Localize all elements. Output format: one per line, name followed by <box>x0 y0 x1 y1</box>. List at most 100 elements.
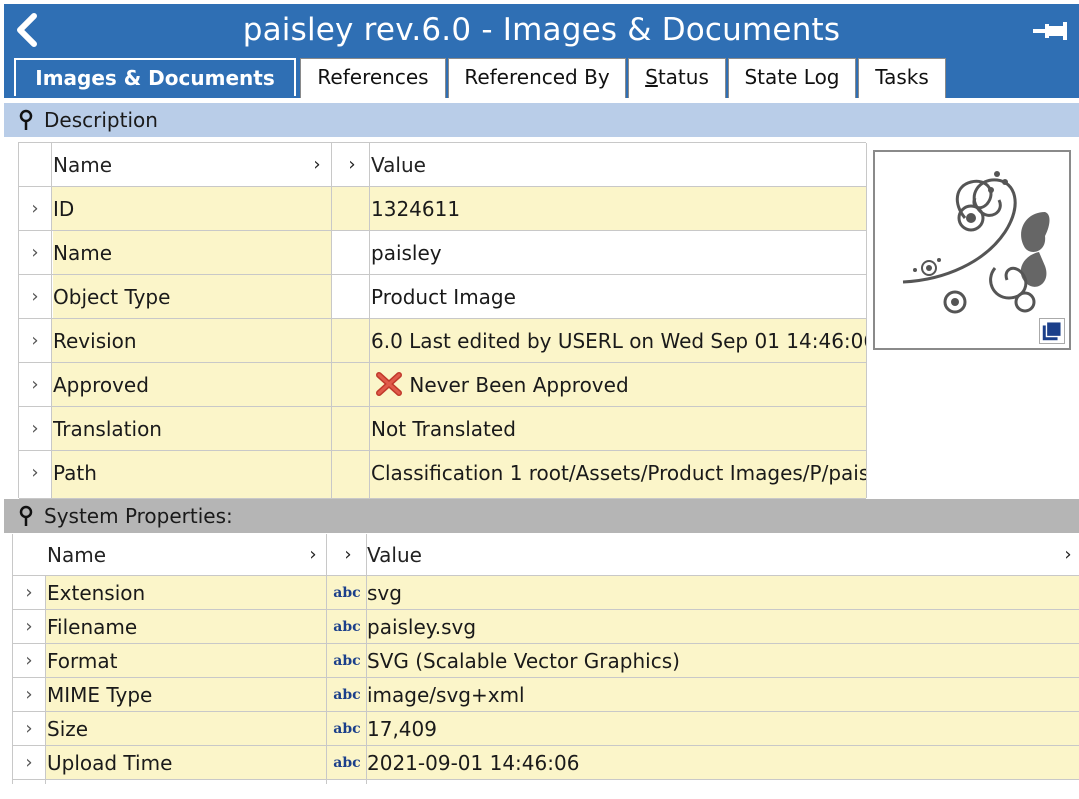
chevron-right-icon[interactable]: › <box>19 187 51 230</box>
chevron-right-icon[interactable]: › <box>1057 534 1079 575</box>
tab-label: Status <box>645 65 709 89</box>
tab-label-rest: tatus <box>657 65 709 89</box>
text-type-icon: abc <box>333 755 361 771</box>
red-x-icon <box>376 372 402 396</box>
row-name: Revision <box>53 329 137 353</box>
chevron-right-icon[interactable]: › <box>13 610 45 643</box>
tab-referenced-by[interactable]: Referenced By <box>448 58 626 98</box>
row-name: Name <box>53 231 331 274</box>
row-name: Object Type <box>53 275 331 318</box>
grid-header-row: Name › › Value › <box>13 534 1079 576</box>
column-header-name[interactable]: Name <box>47 534 317 575</box>
chevron-right-icon[interactable]: › <box>19 451 51 498</box>
pushpin-icon[interactable] <box>16 505 36 527</box>
window-title: paisley rev.6.0 - Images & Documents <box>242 12 841 48</box>
grid-header-row: Name › › Value <box>19 143 866 187</box>
tab-references[interactable]: References <box>300 58 446 98</box>
row-value: paisley <box>371 241 442 265</box>
row-value: Never Been Approved <box>371 363 867 406</box>
row-value: 1324611 <box>371 197 461 221</box>
section-title: Description <box>44 108 158 132</box>
chevron-right-icon[interactable]: › <box>13 644 45 677</box>
chevron-right-icon[interactable]: › <box>305 143 329 186</box>
row-name: Size <box>47 717 89 741</box>
column-header-name[interactable]: Name <box>53 143 329 186</box>
chevron-right-icon[interactable]: › <box>19 275 51 318</box>
row-value: image/svg+xml <box>367 683 525 707</box>
tab-label: Referenced By <box>464 65 610 89</box>
chevron-right-icon[interactable]: › <box>13 746 45 779</box>
table-row[interactable]: › Approved Never Been Approved <box>19 363 866 407</box>
tab-strip: Images & Documents References Referenced… <box>4 58 1079 98</box>
table-row[interactable]: › Path Classification 1 root/Assets/Prod… <box>19 451 867 499</box>
row-value: 17,409 <box>367 717 437 741</box>
row-name: Extension <box>47 581 146 605</box>
open-in-window-icon[interactable] <box>1039 318 1065 344</box>
tab-images-documents[interactable]: Images & Documents <box>14 58 296 96</box>
chevron-right-icon[interactable]: › <box>301 534 325 575</box>
column-header-label: Name <box>47 543 107 567</box>
chevron-right-icon[interactable]: › <box>19 407 51 450</box>
chevron-right-icon[interactable]: › <box>19 363 51 406</box>
text-type-icon: abc <box>333 687 361 703</box>
tab-label: References <box>317 65 429 89</box>
table-row[interactable]: › Name paisley <box>19 231 866 275</box>
chevron-right-icon[interactable]: › <box>13 678 45 711</box>
pushpin-icon[interactable] <box>16 109 36 131</box>
table-row[interactable]: › Revision 6.0 Last edited by USERL on W… <box>19 319 867 363</box>
row-value: Product Image <box>371 285 516 309</box>
approval-status: Never Been Approved <box>409 373 629 397</box>
header-spacer <box>19 143 51 186</box>
image-thumbnail[interactable] <box>873 150 1071 350</box>
tab-tasks[interactable]: Tasks <box>858 58 946 98</box>
chevron-right-icon[interactable]: › <box>13 576 45 609</box>
table-row[interactable]: › Filename abc paisley.svg <box>13 610 1079 644</box>
description-section-header[interactable]: Description <box>4 103 1079 137</box>
row-name: Format <box>47 649 118 673</box>
pin-icon[interactable] <box>1031 16 1071 46</box>
row-value: svg <box>367 581 402 605</box>
table-row[interactable]: › Format abc SVG (Scalable Vector Graphi… <box>13 644 1079 678</box>
table-row[interactable]: › Object Type Product Image <box>19 275 866 319</box>
table-row[interactable]: › ID 1324611 <box>19 187 866 231</box>
chevron-right-icon[interactable]: › <box>13 712 45 745</box>
row-name: Approved <box>53 373 149 397</box>
row-value: 6.0 Last edited by USERL on Wed Sep 01 1… <box>371 329 867 353</box>
system-properties-section-header[interactable]: System Properties: <box>4 499 1079 533</box>
section-title: System Properties: <box>44 504 233 528</box>
chevron-right-icon[interactable]: › <box>19 231 51 274</box>
text-type-icon: abc <box>333 721 361 737</box>
column-header-label: Value <box>367 543 422 567</box>
tab-status[interactable]: Status <box>628 58 726 98</box>
tab-state-log[interactable]: State Log <box>728 58 856 98</box>
description-grid: Name › › Value › ID 1324611 › Name paisl… <box>18 142 867 499</box>
chevron-right-icon[interactable]: › <box>19 319 51 362</box>
row-name: Upload Time <box>47 751 173 775</box>
title-bar: paisley rev.6.0 - Images & Documents <box>4 4 1079 58</box>
column-header-label: Name <box>53 153 113 177</box>
tab-label-accesskey: S <box>645 65 658 89</box>
column-header-value[interactable]: Value <box>371 143 867 186</box>
row-value: SVG (Scalable Vector Graphics) <box>367 649 680 673</box>
table-row[interactable]: › Size abc 17,409 <box>13 712 1079 746</box>
row-value: Classification 1 root/Assets/Product Ima… <box>371 461 867 485</box>
table-row[interactable]: › Translation Not Translated <box>19 407 866 451</box>
row-name: Filename <box>47 615 138 639</box>
tab-label: Images & Documents <box>35 66 275 90</box>
row-name: ID <box>53 197 75 221</box>
chevron-right-icon[interactable]: › <box>331 534 365 575</box>
row-name: Path <box>53 461 97 485</box>
text-type-icon: abc <box>333 619 361 635</box>
column-header-value[interactable]: Value <box>367 534 1047 575</box>
row-name: Translation <box>53 417 162 441</box>
table-row[interactable]: › Upload Time abc 2021-09-01 14:46:06 <box>13 746 1079 780</box>
text-type-icon: abc <box>333 585 361 601</box>
tab-label: State Log <box>744 65 840 89</box>
row-value: 2021-09-01 14:46:06 <box>367 751 580 775</box>
system-properties-grid: Name › › Value › › Extension abc svg › F… <box>12 534 1079 784</box>
chevron-right-icon[interactable]: › <box>335 143 369 186</box>
table-row[interactable]: › MIME Type abc image/svg+xml <box>13 678 1079 712</box>
tab-label: Tasks <box>875 65 929 89</box>
table-row[interactable]: › Extension abc svg <box>13 576 1079 610</box>
row-value: Not Translated <box>371 417 516 441</box>
